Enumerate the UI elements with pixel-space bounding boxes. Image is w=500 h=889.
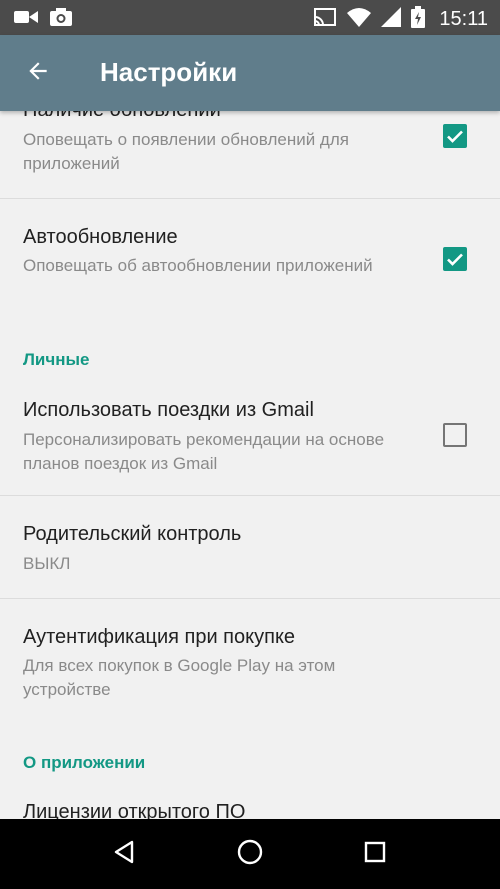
signal-icon — [381, 7, 402, 32]
setting-subtitle: Оповещать о появлении обновлений для при… — [23, 130, 349, 173]
settings-list: Наличие обновлений Оповещать о появлении… — [0, 111, 500, 819]
app-bar: Настройки — [0, 35, 500, 111]
video-camera-icon — [14, 9, 38, 30]
back-triangle-icon — [112, 839, 138, 870]
setting-auto-update[interactable]: Автообновление Оповещать об автообновлен… — [0, 199, 500, 299]
battery-icon — [411, 6, 426, 33]
setting-subtitle: Оповещать об автообновлении приложений — [23, 256, 373, 275]
recents-square-icon — [363, 840, 387, 869]
section-header-about: О приложении — [23, 753, 146, 772]
setting-title: Использовать поездки из Gmail — [23, 399, 314, 421]
camera-icon — [50, 8, 72, 31]
setting-update-available[interactable]: Наличие обновлений Оповещать о появлении… — [0, 111, 500, 197]
setting-parental-control[interactable]: Родительский контроль ВЫКЛ — [0, 496, 500, 598]
update-available-checkbox[interactable] — [443, 124, 467, 148]
setting-title: Родительский контроль — [23, 523, 242, 545]
section-header-personal: Личные — [23, 350, 90, 369]
arrow-left-icon — [25, 58, 51, 89]
setting-purchase-auth[interactable]: Аутентификация при покупке Для всех поку… — [0, 599, 500, 709]
nav-home-button[interactable] — [230, 834, 270, 874]
setting-title: Аутентификация при покупке — [23, 626, 296, 648]
setting-title: Лицензии открытого ПО — [23, 801, 246, 819]
gmail-trips-checkbox[interactable] — [443, 423, 467, 447]
setting-subtitle: Персонализировать рекомендации на основе… — [23, 430, 385, 473]
setting-open-source-licenses[interactable]: Лицензии открытого ПО — [0, 781, 500, 819]
nav-back-button[interactable] — [105, 834, 145, 874]
navigation-bar — [0, 819, 500, 889]
page-title: Настройки — [100, 57, 238, 87]
cast-icon — [313, 7, 337, 32]
home-circle-icon — [236, 838, 264, 871]
setting-subtitle: Для всех покупок в Google Play на этом у… — [23, 656, 336, 699]
wifi-icon — [347, 7, 372, 32]
setting-title: Наличие обновлений — [23, 111, 221, 122]
setting-subtitle: ВЫКЛ — [23, 554, 71, 573]
auto-update-checkbox[interactable] — [443, 247, 467, 271]
setting-title: Автообновление — [23, 226, 178, 248]
setting-gmail-trips[interactable]: Использовать поездки из Gmail Персонализ… — [0, 381, 500, 493]
status-time: 15:11 — [439, 8, 488, 30]
nav-recents-button[interactable] — [355, 834, 395, 874]
back-button[interactable] — [20, 55, 56, 91]
status-bar: 15:11 — [0, 0, 500, 35]
